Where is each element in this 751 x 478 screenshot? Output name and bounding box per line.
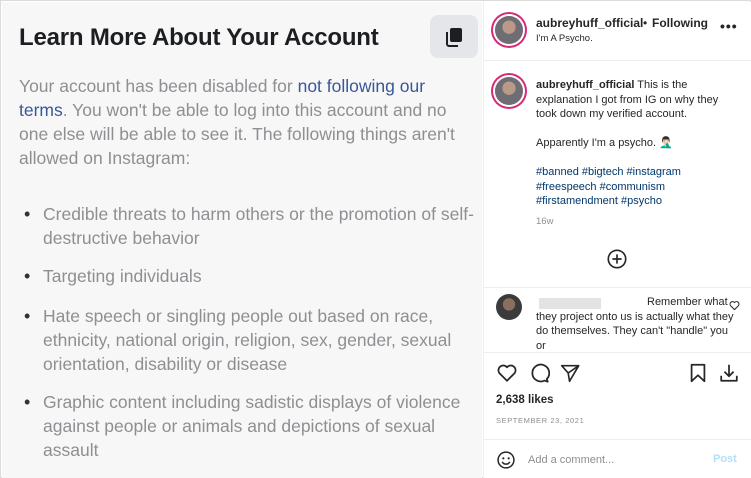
rule-item: • Hate speech or singling people out base… bbox=[24, 304, 474, 376]
post-image: Learn More About Your Account Your accou… bbox=[2, 2, 482, 478]
more-options-icon[interactable]: ••• bbox=[720, 18, 738, 34]
caption-username-link[interactable]: aubreyhuff_official bbox=[536, 79, 634, 91]
bullet-dot: • bbox=[24, 204, 31, 224]
following-button[interactable]: Following bbox=[652, 16, 708, 30]
paragraph-text-end: . You won't be able to log into this acc… bbox=[19, 100, 455, 168]
plus-circle-icon[interactable] bbox=[606, 248, 628, 270]
author-avatar[interactable] bbox=[495, 16, 523, 44]
rules-list: • Credible threats to harm others or the … bbox=[24, 202, 474, 476]
post-date: SEPTEMBER 23, 2021 bbox=[496, 416, 585, 425]
bullet-dot: • bbox=[24, 266, 31, 286]
author-subtitle: I'm A Psycho. bbox=[536, 33, 593, 44]
like-heart-icon[interactable] bbox=[496, 362, 518, 384]
comment-text: Remember what they project onto us is ac… bbox=[536, 296, 734, 349]
header-separator: • bbox=[643, 16, 648, 30]
caption-body-2: Apparently I'm a psycho. 🤦🏻‍♂️ bbox=[536, 137, 673, 149]
post-header: aubreyhuff_official • Following I'm A Ps… bbox=[484, 2, 751, 61]
caption-avatar[interactable] bbox=[495, 77, 523, 105]
post-modal: Learn More About Your Account Your accou… bbox=[0, 0, 751, 478]
post-sidebar: aubreyhuff_official • Following I'm A Ps… bbox=[483, 2, 751, 478]
rule-text: Graphic content including sadistic displ… bbox=[43, 392, 461, 460]
commenter-avatar[interactable] bbox=[496, 294, 522, 320]
rule-item: • Graphic content including sadistic disp… bbox=[24, 390, 474, 462]
share-paper-plane-icon[interactable] bbox=[559, 362, 581, 384]
bullet-dot: • bbox=[24, 392, 31, 412]
caption-text: aubreyhuff_official This is the explanat… bbox=[536, 78, 741, 209]
notice-paragraph: Your account has been disabled for not f… bbox=[19, 74, 464, 170]
comment-bubble-icon[interactable] bbox=[528, 362, 550, 384]
comment-item: Remember what they project onto us is ac… bbox=[484, 289, 751, 349]
add-comment-bar: Post bbox=[484, 439, 751, 478]
comment-like-icon[interactable] bbox=[729, 300, 740, 311]
save-bookmark-icon[interactable] bbox=[687, 362, 709, 384]
emoji-icon[interactable] bbox=[496, 450, 516, 470]
action-bar: 2,638 likes SEPTEMBER 23, 2021 bbox=[484, 352, 751, 442]
rule-text: Targeting individuals bbox=[43, 266, 202, 286]
caption-age: 16w bbox=[536, 216, 554, 227]
caption-hashtags[interactable]: #banned #bigtech #instagram #freespeech … bbox=[536, 166, 681, 207]
author-username-link[interactable]: aubreyhuff_official bbox=[536, 16, 643, 30]
rule-item: • Targeting individuals bbox=[24, 264, 474, 288]
comment-input[interactable] bbox=[528, 450, 698, 470]
rule-text: Hate speech or singling people out based… bbox=[43, 306, 452, 374]
copy-button bbox=[430, 15, 478, 58]
notice-title: Learn More About Your Account bbox=[19, 24, 379, 51]
copy-icon bbox=[446, 27, 462, 47]
post-caption: aubreyhuff_official This is the explanat… bbox=[484, 62, 751, 288]
bullet-dot: • bbox=[24, 306, 31, 326]
rule-text: Credible threats to harm others or the p… bbox=[43, 204, 474, 248]
paragraph-text-start: Your account has been disabled for bbox=[19, 76, 298, 96]
post-comment-button[interactable]: Post bbox=[713, 453, 737, 465]
likes-count[interactable]: 2,638 likes bbox=[496, 394, 554, 406]
download-icon[interactable] bbox=[718, 362, 740, 384]
rule-item: • Credible threats to harm others or the … bbox=[24, 202, 474, 250]
